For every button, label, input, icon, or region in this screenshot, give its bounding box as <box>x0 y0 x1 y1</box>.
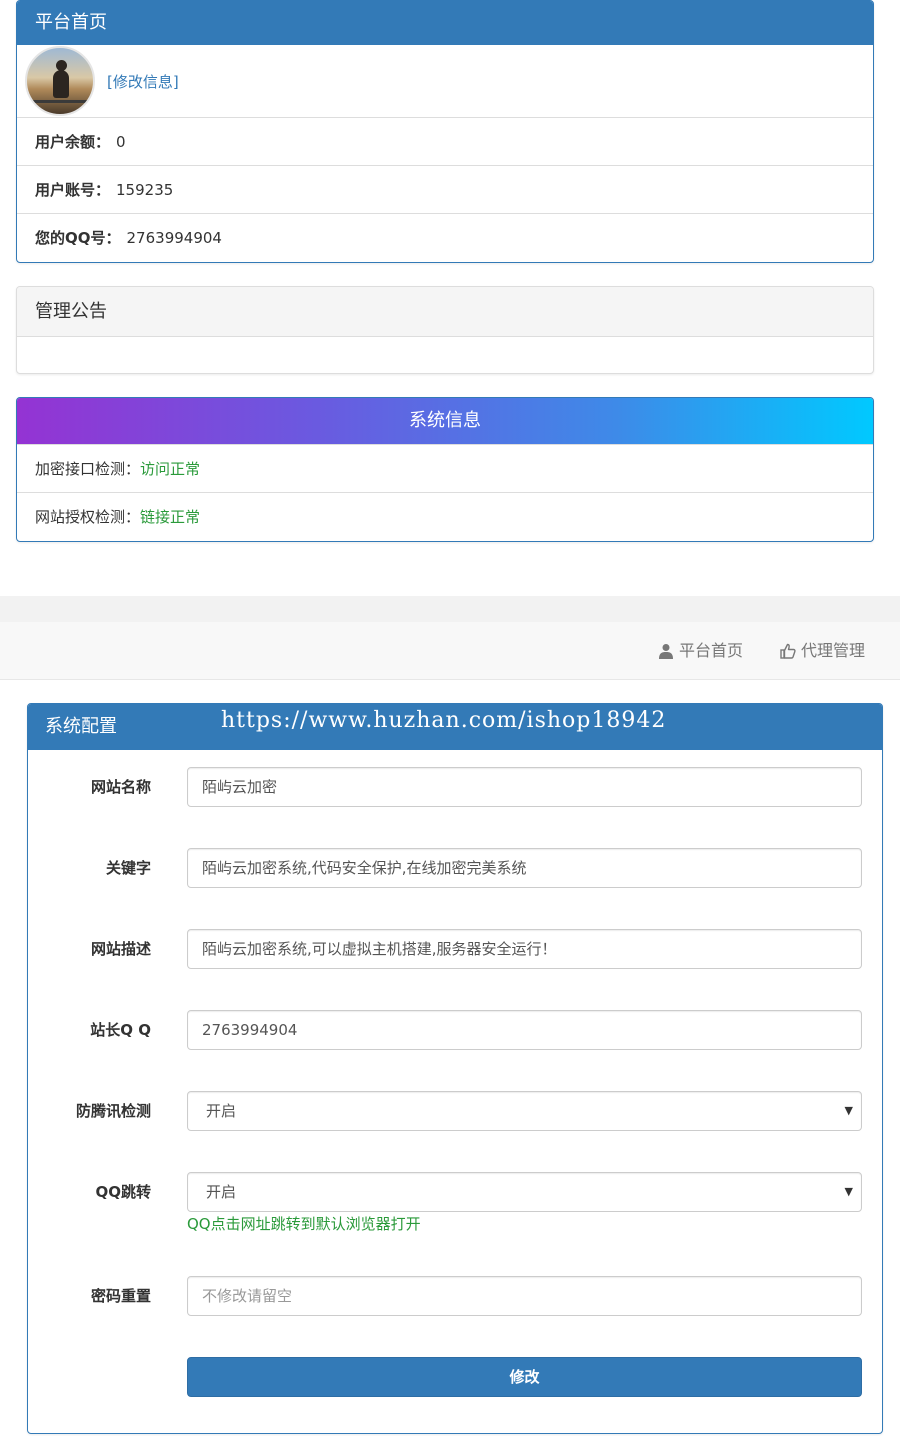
nav-agent-management[interactable]: 代理管理 <box>780 622 865 680</box>
balance-row: 用户余额： 0 <box>17 117 873 165</box>
anti-tencent-label: 防腾讯检测 <box>75 1102 151 1120</box>
admin-qq-input[interactable]: 2763994904 <box>187 1010 862 1050</box>
avatar-row: [修改信息] <box>17 45 873 117</box>
keywords-row: 关键字 陌屿云加密系统,代码安全保护,在线加密完美系统 <box>27 848 883 888</box>
home-panel-title: 平台首页 <box>17 1 873 45</box>
encrypt-api-row: 加密接口检测： 访问正常 <box>17 444 873 492</box>
encrypt-api-label: 加密接口检测： <box>35 460 141 478</box>
caret-down-icon: ▼ <box>844 1185 853 1198</box>
site-name-label: 网站名称 <box>90 778 151 796</box>
nav-home-label: 平台首页 <box>679 641 744 660</box>
anti-tencent-select[interactable]: 开启 ▼ <box>187 1091 862 1131</box>
notice-panel: 管理公告 <box>16 286 874 374</box>
watermark-url: https://www.huzhan.com/ishop18942 <box>221 708 667 733</box>
section-separator <box>0 596 900 622</box>
password-reset-input[interactable]: 不修改请留空 <box>187 1276 862 1316</box>
qq-jump-selected: 开启 <box>206 1183 237 1201</box>
account-row: 用户账号： 159235 <box>17 165 873 213</box>
anti-tencent-selected: 开启 <box>206 1102 237 1120</box>
site-auth-label: 网站授权检测： <box>35 508 141 526</box>
edit-info-link[interactable]: [修改信息] <box>107 71 179 92</box>
config-panel-title: 系统配置 <box>45 716 117 737</box>
system-config-panel: 系统配置 https://www.huzhan.com/ishop18942 <box>27 703 883 1434</box>
description-label: 网站描述 <box>90 940 151 958</box>
password-reset-label: 密码重置 <box>90 1287 151 1305</box>
qq-value: 2763994904 <box>126 228 222 247</box>
account-value: 159235 <box>116 180 174 199</box>
thumbs-up-icon <box>780 643 796 659</box>
description-row: 网站描述 陌屿云加密系统,可以虚拟主机搭建,服务器安全运行！ <box>27 929 883 969</box>
notice-panel-title: 管理公告 <box>17 287 873 337</box>
caret-down-icon: ▼ <box>844 1104 853 1117</box>
balance-value: 0 <box>116 132 126 151</box>
config-panel-header: 系统配置 https://www.huzhan.com/ishop18942 <box>28 704 882 750</box>
balance-label: 用户余额： <box>35 133 111 151</box>
encrypt-api-status: 访问正常 <box>140 460 201 478</box>
qq-jump-help: QQ点击网址跳转到默认浏览器打开 <box>187 1215 421 1233</box>
home-panel: 平台首页 [修改信息] 用户余额： 0 用户账号： 159235 您的QQ号： … <box>16 0 874 263</box>
site-auth-row: 网站授权检测： 链接正常 <box>17 492 873 540</box>
nav-home[interactable]: 平台首页 <box>658 622 743 680</box>
site-name-input[interactable]: 陌屿云加密 <box>187 767 862 807</box>
qq-jump-select[interactable]: 开启 ▼ <box>187 1172 862 1212</box>
submit-button[interactable]: 修改 <box>187 1357 862 1397</box>
site-name-row: 网站名称 陌屿云加密 <box>27 767 883 807</box>
password-reset-row: 密码重置 不修改请留空 <box>27 1276 883 1316</box>
top-navbar: 平台首页 代理管理 <box>0 622 900 680</box>
system-info-panel: 系统信息 加密接口检测： 访问正常 网站授权检测： 链接正常 <box>16 397 874 542</box>
nav-agent-label: 代理管理 <box>801 641 866 660</box>
avatar <box>25 46 95 116</box>
keywords-label: 关键字 <box>105 859 151 877</box>
account-label: 用户账号： <box>35 181 111 199</box>
qq-label: 您的QQ号： <box>35 229 121 247</box>
admin-qq-label: 站长Q Q <box>90 1021 151 1039</box>
qq-row: 您的QQ号： 2763994904 <box>17 213 873 261</box>
qq-jump-label: QQ跳转 <box>95 1183 151 1201</box>
user-icon <box>659 644 673 659</box>
description-input[interactable]: 陌屿云加密系统,可以虚拟主机搭建,服务器安全运行！ <box>187 929 862 969</box>
anti-tencent-row: 防腾讯检测 开启 ▼ <box>27 1091 883 1131</box>
site-auth-status: 链接正常 <box>140 508 201 526</box>
keywords-input[interactable]: 陌屿云加密系统,代码安全保护,在线加密完美系统 <box>187 848 862 888</box>
qq-jump-row: QQ跳转 开启 ▼ <box>27 1172 883 1212</box>
system-info-title: 系统信息 <box>17 398 873 444</box>
admin-qq-row: 站长Q Q 2763994904 <box>27 1010 883 1050</box>
